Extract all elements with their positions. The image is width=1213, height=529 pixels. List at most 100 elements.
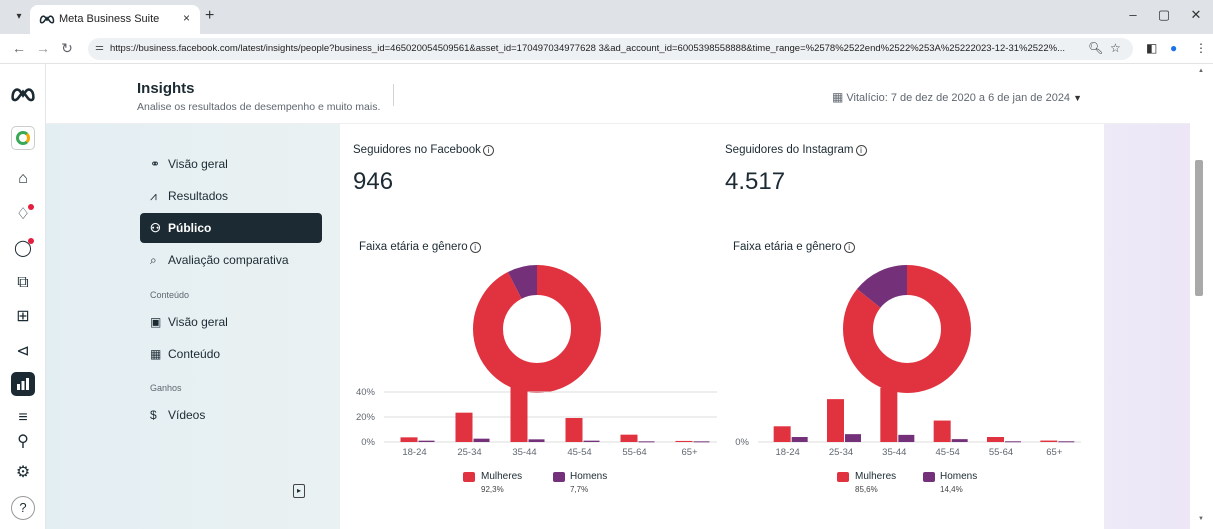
insights-subnav: ⚭ Visão geral ⩘ Resultados ⚇ Público ⌕ Avali… bbox=[96, 124, 336, 529]
meta-logo-icon bbox=[39, 15, 55, 24]
bookmark-star-icon[interactable]: ☆ bbox=[1110, 41, 1121, 55]
bar-women bbox=[1040, 440, 1058, 442]
bar-women bbox=[620, 434, 638, 442]
header-divider bbox=[393, 84, 394, 106]
tab-search-chevron-icon[interactable]: ▾ bbox=[9, 8, 29, 26]
side-panel-icon[interactable]: ◧ bbox=[1146, 41, 1157, 55]
bar-men bbox=[791, 437, 808, 442]
content-overview-icon: ▣ bbox=[150, 315, 162, 329]
subnav-item-content-overview[interactable]: ▣ Visão geral bbox=[140, 307, 322, 337]
collapse-panel-icon[interactable]: ▸ bbox=[293, 484, 305, 498]
tab-close-icon[interactable]: × bbox=[183, 11, 190, 25]
meta-logo-icon[interactable] bbox=[9, 86, 37, 102]
date-range-selector[interactable]: ▦ Vitalício: 7 de dez de 2020 a 6 de jan… bbox=[832, 90, 1082, 104]
notifications-icon[interactable]: ♢ bbox=[11, 203, 35, 227]
address-bar[interactable]: ⚌ https://business.facebook.com/latest/i… bbox=[88, 38, 1133, 60]
bar-men bbox=[528, 439, 545, 442]
x-tick-label: 65+ bbox=[1046, 447, 1063, 458]
section-earnings-label: Ganhos bbox=[150, 383, 182, 393]
ads-megaphone-icon[interactable]: ⊲ bbox=[11, 340, 35, 364]
help-icon[interactable]: ? bbox=[11, 496, 35, 520]
legend-men-swatch bbox=[923, 472, 935, 482]
legend-women-swatch bbox=[463, 472, 475, 482]
minimize-button[interactable]: – bbox=[1123, 7, 1143, 22]
close-window-button[interactable]: ✕ bbox=[1186, 7, 1206, 23]
content-table-icon: ▦ bbox=[150, 347, 162, 361]
browser-tab-bar: ▾ Meta Business Suite × + – ▢ ✕ bbox=[0, 0, 1213, 34]
site-info-icon[interactable]: ⚌ bbox=[95, 42, 104, 53]
subnav-item-overview[interactable]: ⚭ Visão geral bbox=[140, 149, 322, 179]
x-tick-label: 18-24 bbox=[776, 447, 800, 458]
browser-menu-icon[interactable]: ⋮ bbox=[1195, 41, 1207, 55]
subnav-item-content[interactable]: ▦ Conteúdo bbox=[140, 339, 322, 369]
donut-slice-women: Mulheres: 92.3 bbox=[473, 265, 601, 393]
reload-icon[interactable]: ↻ bbox=[58, 40, 76, 57]
scroll-down-icon[interactable]: ▼ bbox=[1198, 516, 1204, 522]
subnav-item-benchmark[interactable]: ⌕ Avaliação comparativa bbox=[140, 245, 322, 275]
bar-women bbox=[565, 418, 583, 442]
restore-button[interactable]: ▢ bbox=[1154, 7, 1174, 23]
y-tick-label: 20% bbox=[356, 412, 376, 423]
x-tick-label: 18-24 bbox=[402, 447, 426, 458]
legend-men-label: Homens bbox=[940, 471, 978, 482]
all-tools-icon[interactable]: ≡ bbox=[11, 406, 35, 430]
bar-women bbox=[510, 386, 528, 442]
benchmark-icon: ⌕ bbox=[150, 253, 157, 267]
legend-women-pct: 92,3% bbox=[481, 485, 504, 494]
x-tick-label: 25-34 bbox=[829, 447, 853, 458]
x-tick-label: 65+ bbox=[681, 447, 698, 458]
page-subtitle: Analise os resultados de desempenho e mu… bbox=[137, 101, 381, 113]
x-tick-label: 55-64 bbox=[989, 447, 1013, 458]
account-avatar[interactable] bbox=[11, 126, 35, 150]
y-tick-label: 0% bbox=[361, 437, 375, 448]
bar-women bbox=[773, 426, 791, 442]
legend-men-swatch bbox=[553, 472, 565, 482]
audience-icon: ⚇ bbox=[150, 221, 161, 235]
planner-icon[interactable]: ⊞ bbox=[11, 305, 35, 329]
calendar-icon: ▦ bbox=[832, 90, 844, 104]
page-title: Insights bbox=[137, 80, 195, 97]
legend-men-pct: 7,7% bbox=[570, 485, 589, 494]
page-scrollbar[interactable]: ▲ ▼ bbox=[1190, 64, 1213, 529]
x-tick-label: 55-64 bbox=[622, 447, 646, 458]
messages-icon[interactable]: ◯ bbox=[11, 237, 35, 261]
insights-icon[interactable] bbox=[11, 372, 35, 396]
x-tick-label: 45-54 bbox=[936, 447, 960, 458]
subnav-item-results[interactable]: ⩘ Resultados bbox=[140, 181, 322, 211]
meta-left-rail: ⌂ ♢ ◯ ⧉ ⊞ ⊲ ≡ ⚲ ⚙ ? bbox=[0, 64, 46, 529]
x-tick-label: 35-44 bbox=[882, 447, 906, 458]
url-text[interactable]: https://business.facebook.com/latest/ins… bbox=[110, 43, 1070, 54]
legend-men-label: Homens bbox=[570, 471, 608, 482]
bar-men bbox=[951, 439, 968, 442]
browser-toolbar: ← → ↻ ⚌ https://business.facebook.com/la… bbox=[0, 34, 1213, 64]
settings-gear-icon[interactable]: ⚙ bbox=[11, 461, 35, 485]
scrollbar-thumb[interactable] bbox=[1195, 160, 1203, 296]
legend-women-label: Mulheres bbox=[855, 471, 897, 482]
legend-men-pct: 14,4% bbox=[940, 485, 963, 494]
bar-men bbox=[898, 434, 915, 442]
subnav-item-audience[interactable]: ⚇ Público bbox=[140, 213, 322, 243]
browser-tab[interactable]: Meta Business Suite × bbox=[30, 5, 200, 34]
subnav-item-videos[interactable]: $ Vídeos bbox=[140, 400, 322, 430]
dollar-icon: $ bbox=[150, 408, 157, 422]
bar-men bbox=[418, 440, 435, 442]
age-gender-charts: Homens: 7.7Mulheres: 92.340%20%0%18-24 25… bbox=[356, 265, 1081, 458]
bar-men bbox=[583, 440, 600, 442]
profile-icon[interactable]: ● bbox=[1170, 41, 1177, 55]
search-icon[interactable]: ⚲ bbox=[11, 430, 35, 454]
bar-men bbox=[693, 441, 710, 443]
section-content-label: Conteúdo bbox=[150, 290, 190, 300]
audience-panel: Seguidores no Facebook i 946 Faixa etária… bbox=[340, 124, 1104, 529]
x-tick-label: 45-54 bbox=[567, 447, 591, 458]
y-tick-label: 40% bbox=[356, 387, 376, 398]
zoom-icon[interactable]: 🔍︎ bbox=[1088, 41, 1103, 55]
home-icon[interactable]: ⌂ bbox=[11, 167, 35, 191]
scroll-up-icon[interactable]: ▲ bbox=[1198, 68, 1204, 74]
content-icon[interactable]: ⧉ bbox=[11, 271, 35, 295]
legend-women-label: Mulheres bbox=[481, 471, 523, 482]
back-icon[interactable]: ← bbox=[10, 40, 28, 56]
forward-icon[interactable]: → bbox=[34, 40, 52, 56]
bar-men bbox=[1058, 441, 1075, 443]
legend-women-swatch bbox=[837, 472, 849, 482]
new-tab-button[interactable]: + bbox=[205, 8, 214, 24]
